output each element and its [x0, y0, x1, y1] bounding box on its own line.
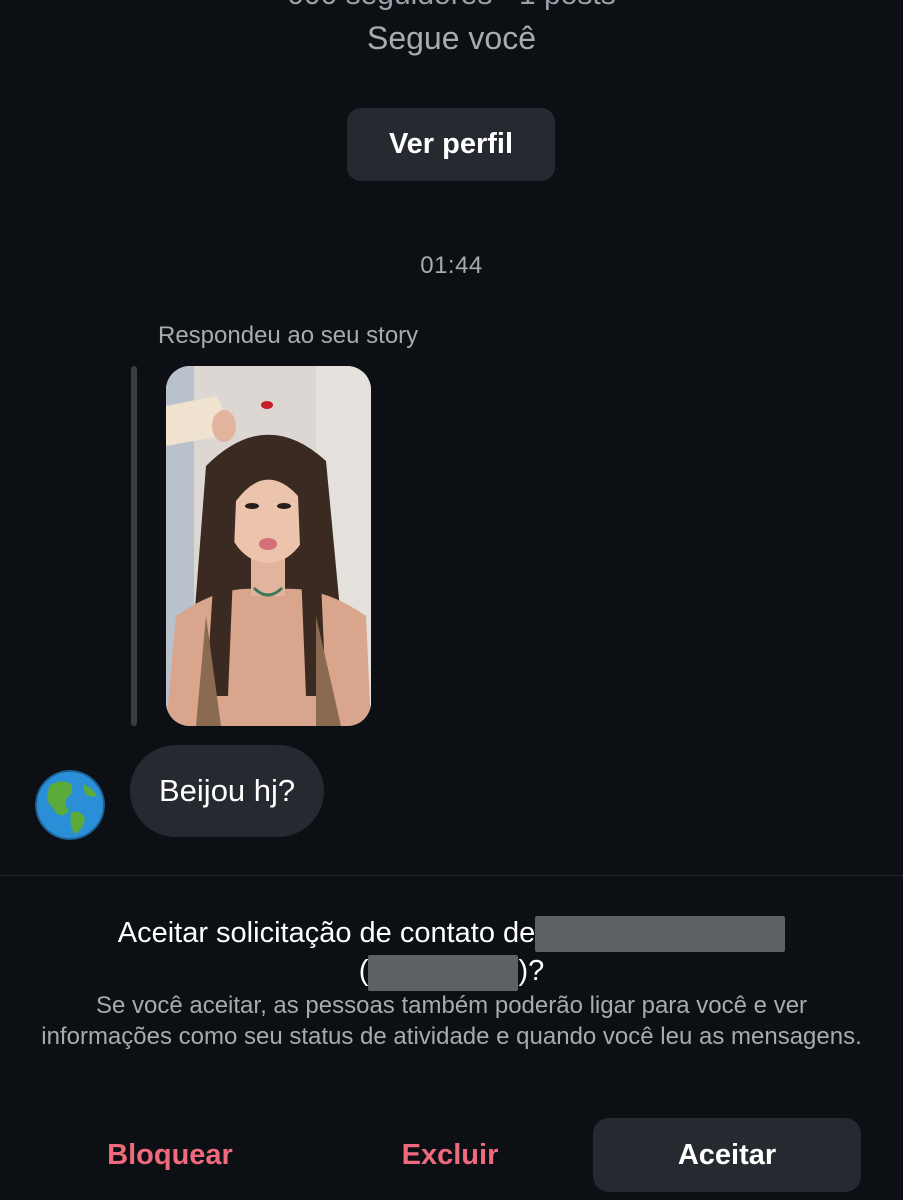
message-bubble[interactable]: Beijou hj? [130, 745, 325, 837]
redacted-username [368, 954, 519, 991]
redacted-name [535, 916, 786, 953]
contact-request-description: Se você aceitar, as pessoas também poder… [41, 992, 862, 1050]
block-button[interactable]: Bloquear [70, 1118, 270, 1192]
accept-button[interactable]: Aceitar [593, 1118, 861, 1192]
request-title-suffix: )? [518, 955, 545, 988]
request-title-prefix: Aceitar solicitação de contato de [117, 917, 536, 949]
divider [0, 875, 903, 876]
globe-icon [35, 770, 105, 840]
story-reply-label: Respondeu ao seu story [158, 322, 419, 349]
reply-quote-bar [131, 366, 137, 726]
request-title-paren-open: ( [358, 955, 369, 988]
delete-button[interactable]: Excluir [350, 1118, 550, 1192]
view-profile-button[interactable]: Ver perfil [347, 108, 555, 181]
contact-request-title: Aceitar solicitação de contato de ()? [0, 914, 903, 991]
profile-stats: 000 seguidores · 1 posts [0, 0, 903, 12]
story-thumbnail[interactable] [166, 366, 371, 726]
globe-avatar-icon[interactable] [35, 770, 105, 840]
follows-you-label: Segue você [366, 20, 536, 56]
story-image [166, 366, 371, 726]
dm-request-screen: 000 seguidores · 1 posts Segue você Ver … [0, 0, 903, 1200]
message-timestamp: 01:44 [420, 252, 483, 279]
